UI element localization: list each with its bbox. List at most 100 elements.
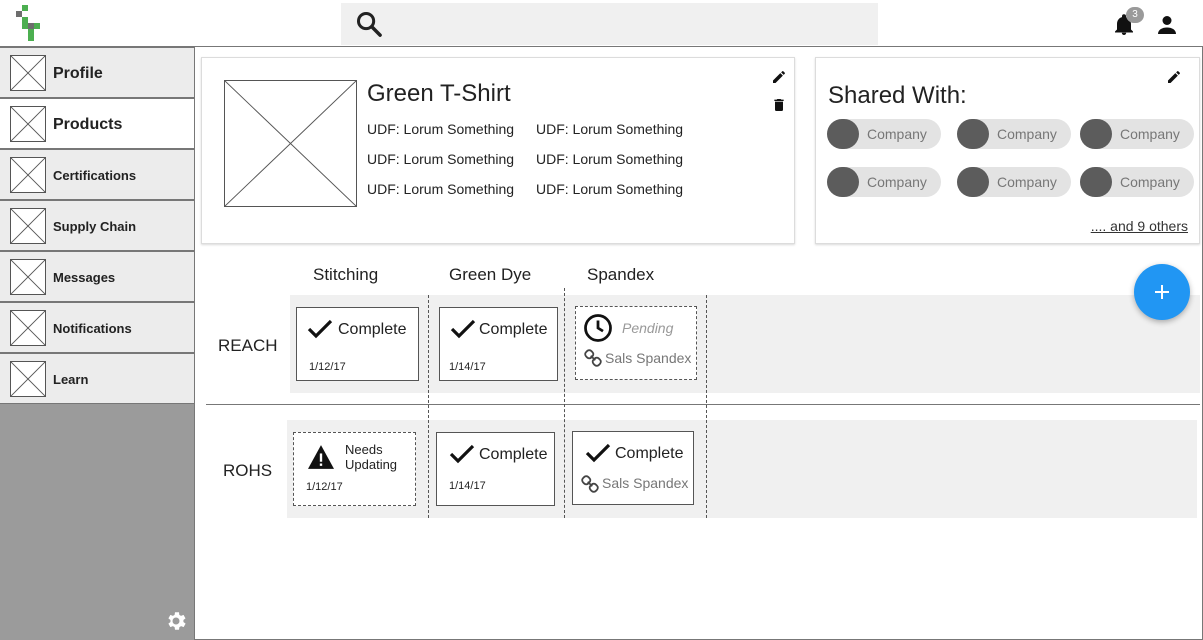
column-header-green-dye: Green Dye (449, 265, 532, 284)
cell-status: Pending (622, 320, 674, 336)
others-link[interactable]: .... and 9 others (1091, 218, 1188, 234)
product-image-placeholder (224, 80, 357, 207)
sidebar-item-products[interactable]: Products (0, 98, 194, 149)
notification-badge: 3 (1126, 7, 1144, 23)
sidebar-item-notifications[interactable]: Notifications (0, 302, 194, 353)
trash-icon[interactable] (771, 96, 787, 114)
cell-status: Complete (615, 445, 684, 462)
company-name: Company (1120, 126, 1180, 142)
company-name: Company (867, 174, 927, 190)
sidebar-item-messages[interactable]: Messages (0, 251, 194, 302)
pencil-icon[interactable] (1166, 69, 1182, 85)
link-icon (581, 475, 599, 493)
column-divider (428, 295, 429, 518)
row-label-rohs: ROHS (223, 461, 273, 480)
udf-field: UDF: Lorum Something (367, 151, 515, 167)
cell-status: Complete (479, 321, 548, 338)
company-chip[interactable]: Company (1080, 119, 1194, 149)
udf-field: UDF: Lorum Something (367, 121, 515, 137)
sidebar-item-supply-chain[interactable]: Supply Chain (0, 200, 194, 251)
udf-field: UDF: Lorum Something (536, 151, 684, 167)
placeholder-image-icon (10, 310, 46, 346)
person-icon[interactable] (1155, 13, 1179, 37)
placeholder-image-icon (10, 55, 46, 91)
sidebar-item-label: Supply Chain (53, 219, 137, 234)
company-avatar (1080, 119, 1112, 149)
check-icon (585, 443, 611, 463)
cell-date: 1/14/17 (449, 480, 486, 492)
cell-status: Complete (338, 321, 407, 338)
sidebar: Profile Products Certifications Supply C… (0, 47, 195, 640)
placeholder-image-icon (10, 361, 46, 397)
product-card: Green T-Shirt UDF: Lorum Something UDF: … (201, 57, 795, 244)
row-divider (206, 404, 1200, 405)
placeholder-image-icon (10, 208, 46, 244)
placeholder-image-icon (10, 106, 46, 142)
clock-icon (584, 314, 612, 342)
cell-rohs-stitching[interactable]: Needs Updating 1/12/17 (293, 432, 416, 506)
cell-supplier: Sals Spandex (602, 475, 689, 491)
company-avatar (957, 119, 989, 149)
cell-status: Complete (479, 446, 548, 463)
shared-with-title: Shared With: (828, 82, 967, 109)
placeholder-image-icon (10, 157, 46, 193)
company-name: Company (1120, 174, 1180, 190)
column-divider (564, 288, 565, 518)
column-header-stitching: Stitching (313, 265, 379, 284)
rohs-row-band (287, 420, 1197, 518)
udf-field: UDF: Lorum Something (536, 121, 684, 137)
company-avatar (1080, 167, 1112, 197)
company-chip[interactable]: Company (1080, 167, 1194, 197)
cell-reach-spandex[interactable]: Pending Sals Spandex (575, 306, 697, 380)
placeholder-image-icon (10, 259, 46, 295)
company-name: Company (997, 174, 1057, 190)
sidebar-item-label: Notifications (53, 321, 132, 336)
pencil-icon[interactable] (771, 69, 787, 85)
company-avatar (827, 167, 859, 197)
add-button[interactable] (1134, 264, 1190, 320)
sidebar-item-label: Products (53, 116, 123, 133)
company-name: Company (867, 126, 927, 142)
warning-icon (308, 445, 334, 469)
sidebar-item-label: Learn (53, 372, 89, 387)
cell-date: 1/14/17 (449, 361, 486, 373)
column-divider (706, 295, 707, 518)
cell-rohs-spandex[interactable]: Complete Sals Spandex (572, 431, 694, 505)
sidebar-item-profile[interactable]: Profile (0, 47, 194, 98)
cell-status-line: Needs (345, 442, 383, 457)
sidebar-item-learn[interactable]: Learn (0, 353, 194, 404)
sidebar-item-label: Profile (53, 65, 103, 82)
cell-date: 1/12/17 (306, 481, 343, 493)
search-icon[interactable] (355, 10, 383, 38)
sidebar-item-label: Certifications (53, 168, 137, 183)
cell-date: 1/12/17 (309, 361, 346, 373)
shared-with-card: Shared With: Company Company Company Com… (815, 57, 1200, 244)
check-icon (450, 319, 476, 339)
sidebar-item-certifications[interactable]: Certifications (0, 149, 194, 200)
udf-field: UDF: Lorum Something (367, 181, 515, 197)
cell-supplier: Sals Spandex (605, 350, 692, 366)
gear-icon[interactable] (164, 609, 188, 633)
search-bar[interactable] (341, 3, 878, 45)
cell-rohs-green-dye[interactable]: Complete 1/14/17 (436, 432, 555, 506)
udf-field: UDF: Lorum Something (536, 181, 684, 197)
company-chip[interactable]: Company (827, 167, 941, 197)
cell-reach-stitching[interactable]: Complete 1/12/17 (296, 307, 419, 381)
company-chip[interactable]: Company (957, 167, 1071, 197)
cell-reach-green-dye[interactable]: Complete 1/14/17 (439, 307, 558, 381)
company-avatar (827, 119, 859, 149)
row-label-reach: REACH (218, 336, 278, 355)
company-chip[interactable]: Company (957, 119, 1071, 149)
logo-icon[interactable] (14, 5, 44, 41)
sidebar-item-label: Messages (53, 270, 116, 285)
top-bar: 3 (0, 0, 1203, 47)
company-name: Company (997, 126, 1057, 142)
link-icon (584, 349, 602, 367)
company-chip[interactable]: Company (827, 119, 941, 149)
reach-row-band (290, 295, 1200, 393)
company-avatar (957, 167, 989, 197)
product-title: Green T-Shirt (367, 80, 511, 107)
check-icon (449, 444, 475, 464)
plus-icon (1155, 285, 1169, 299)
check-icon (307, 319, 333, 339)
